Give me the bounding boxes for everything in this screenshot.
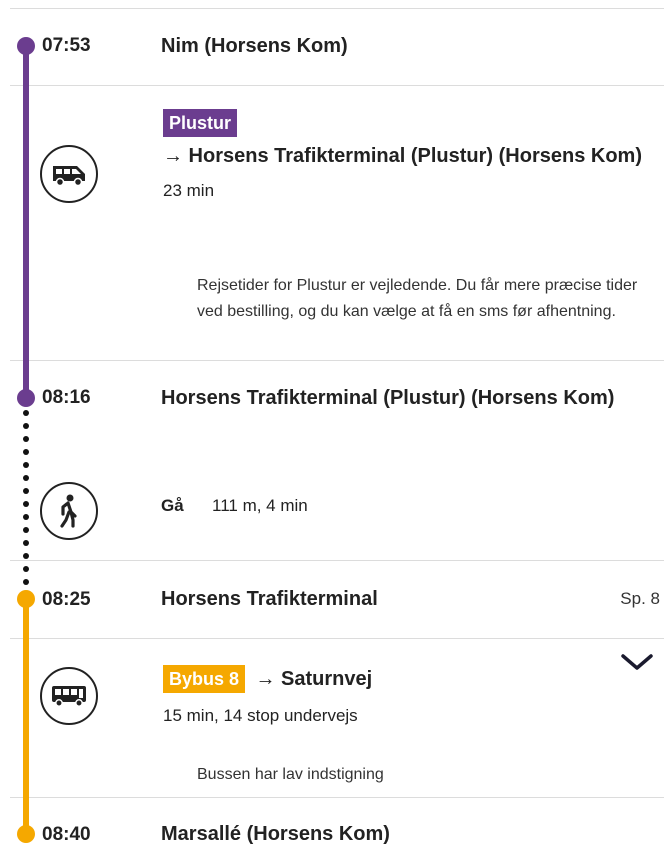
stop-marker — [17, 37, 35, 55]
line-badge: Plustur — [163, 109, 238, 137]
stop-marker — [17, 389, 35, 407]
stop-name[interactable]: Horsens Trafikterminal (Plustur) (Horsen… — [161, 382, 621, 415]
stop-time: 08:25 — [42, 589, 91, 610]
stop-name[interactable]: Marsallé (Horsens Kom) — [161, 818, 631, 851]
stop-marker — [17, 590, 35, 608]
plustur-route-line — [23, 46, 29, 398]
leg-destination: → Horsens Trafikterminal (Plustur) (Hors… — [163, 145, 642, 167]
leg-note: Bussen har lav indstigning — [197, 766, 384, 783]
platform-label: Sp. 8 — [620, 589, 660, 608]
stop-time: 07:53 — [42, 35, 91, 56]
stop-marker — [17, 825, 35, 843]
leg-note: Rejsetider for Plustur er vejledende. Du… — [197, 277, 638, 320]
walk-distance-duration: 111 m, 4 min — [212, 496, 308, 515]
stop-name[interactable]: Nim (Horsens Kom) — [161, 30, 631, 63]
divider — [10, 638, 664, 639]
walking-person-icon — [40, 482, 98, 540]
divider — [10, 8, 664, 9]
bus-icon — [40, 667, 98, 725]
walk-label: Gå — [161, 496, 184, 515]
leg-duration: 23 min — [163, 181, 215, 200]
stop-time: 08:40 — [42, 824, 91, 845]
leg-details: Plustur → Horsens Trafikterminal (Plustu… — [163, 109, 643, 201]
walk-route-line — [22, 406, 30, 596]
stop-time: 08:16 — [42, 387, 91, 408]
divider — [10, 797, 664, 798]
stop-name[interactable]: Horsens Trafikterminal — [161, 583, 631, 616]
divider — [10, 85, 664, 86]
divider — [10, 360, 664, 361]
line-badge: Bybus 8 — [163, 665, 246, 693]
van-icon — [40, 145, 98, 203]
bybus-route-line — [23, 598, 29, 834]
chevron-down-icon[interactable] — [620, 650, 654, 674]
leg-duration: 15 min, 14 stop undervejs — [163, 706, 358, 725]
divider — [10, 560, 664, 561]
leg-destination: → Saturnvej — [255, 668, 373, 690]
leg-details: Bybus 8 → Saturnvej 15 min, 14 stop unde… — [163, 663, 603, 726]
